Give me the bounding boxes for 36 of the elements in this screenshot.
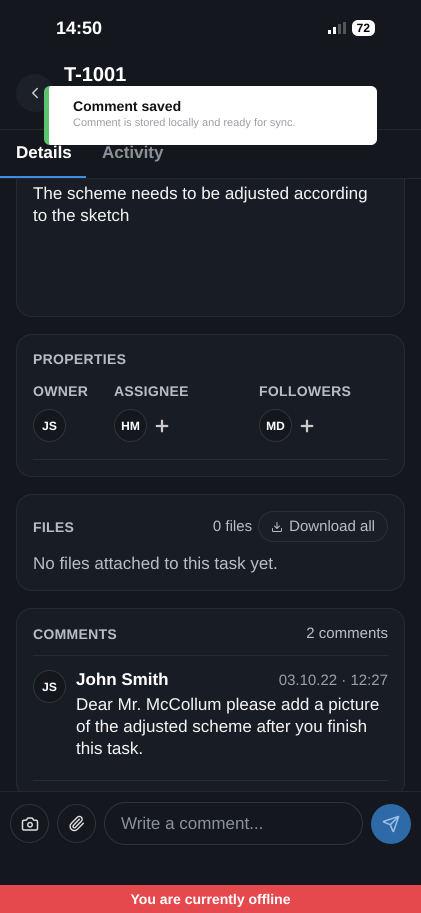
- property-label: OWNER: [33, 383, 90, 399]
- send-icon: [382, 814, 400, 832]
- property-label: FOLLOWERS: [259, 383, 352, 399]
- comment-input[interactable]: Write a comment...: [104, 802, 363, 845]
- camera-icon: [20, 814, 38, 832]
- comment-time: 03.10.22 · 12:27: [278, 672, 388, 688]
- toast-title: Comment saved: [73, 98, 182, 114]
- description-text: The scheme needs to be adjusted according to the sketch: [33, 183, 369, 227]
- battery-indicator: 72: [352, 20, 375, 36]
- comment-text: Dear Mr. McCollum please add a picture of the adjusted scheme after you finish this task.: [76, 694, 380, 760]
- camera-button[interactable]: [10, 804, 49, 843]
- attach-button[interactable]: [57, 804, 96, 843]
- paperclip-icon: [68, 815, 85, 832]
- property-label: ASSIGNEE: [114, 383, 190, 399]
- task-title: T-1001: [64, 64, 126, 87]
- avatar: JS: [33, 670, 66, 703]
- signal-icon: [328, 22, 346, 34]
- comment-author: John Smith: [76, 670, 169, 690]
- section-heading: FILES: [33, 518, 74, 534]
- avatar[interactable]: MD: [259, 409, 292, 442]
- toast-message: Comment is stored locally and ready for sync.: [73, 117, 297, 129]
- status-time: 14:50: [56, 18, 102, 38]
- tab[interactable]: Activity: [86, 130, 180, 178]
- avatar[interactable]: HM: [114, 409, 147, 442]
- section-heading: COMMENTS: [33, 626, 118, 642]
- comment-count: 2 comments: [306, 625, 388, 642]
- add-icon[interactable]: [153, 416, 171, 434]
- file-count: 0 files: [212, 518, 252, 535]
- offline-banner: You are currently offline: [0, 885, 421, 913]
- section-heading: PROPERTIES: [33, 351, 126, 367]
- add-icon[interactable]: [298, 416, 316, 434]
- download-all-button[interactable]: Download all: [258, 511, 388, 542]
- empty-message: No files attached to this task yet.: [33, 554, 279, 574]
- send-button[interactable]: [371, 804, 411, 844]
- download-icon: [271, 520, 284, 532]
- avatar[interactable]: JS: [33, 409, 66, 442]
